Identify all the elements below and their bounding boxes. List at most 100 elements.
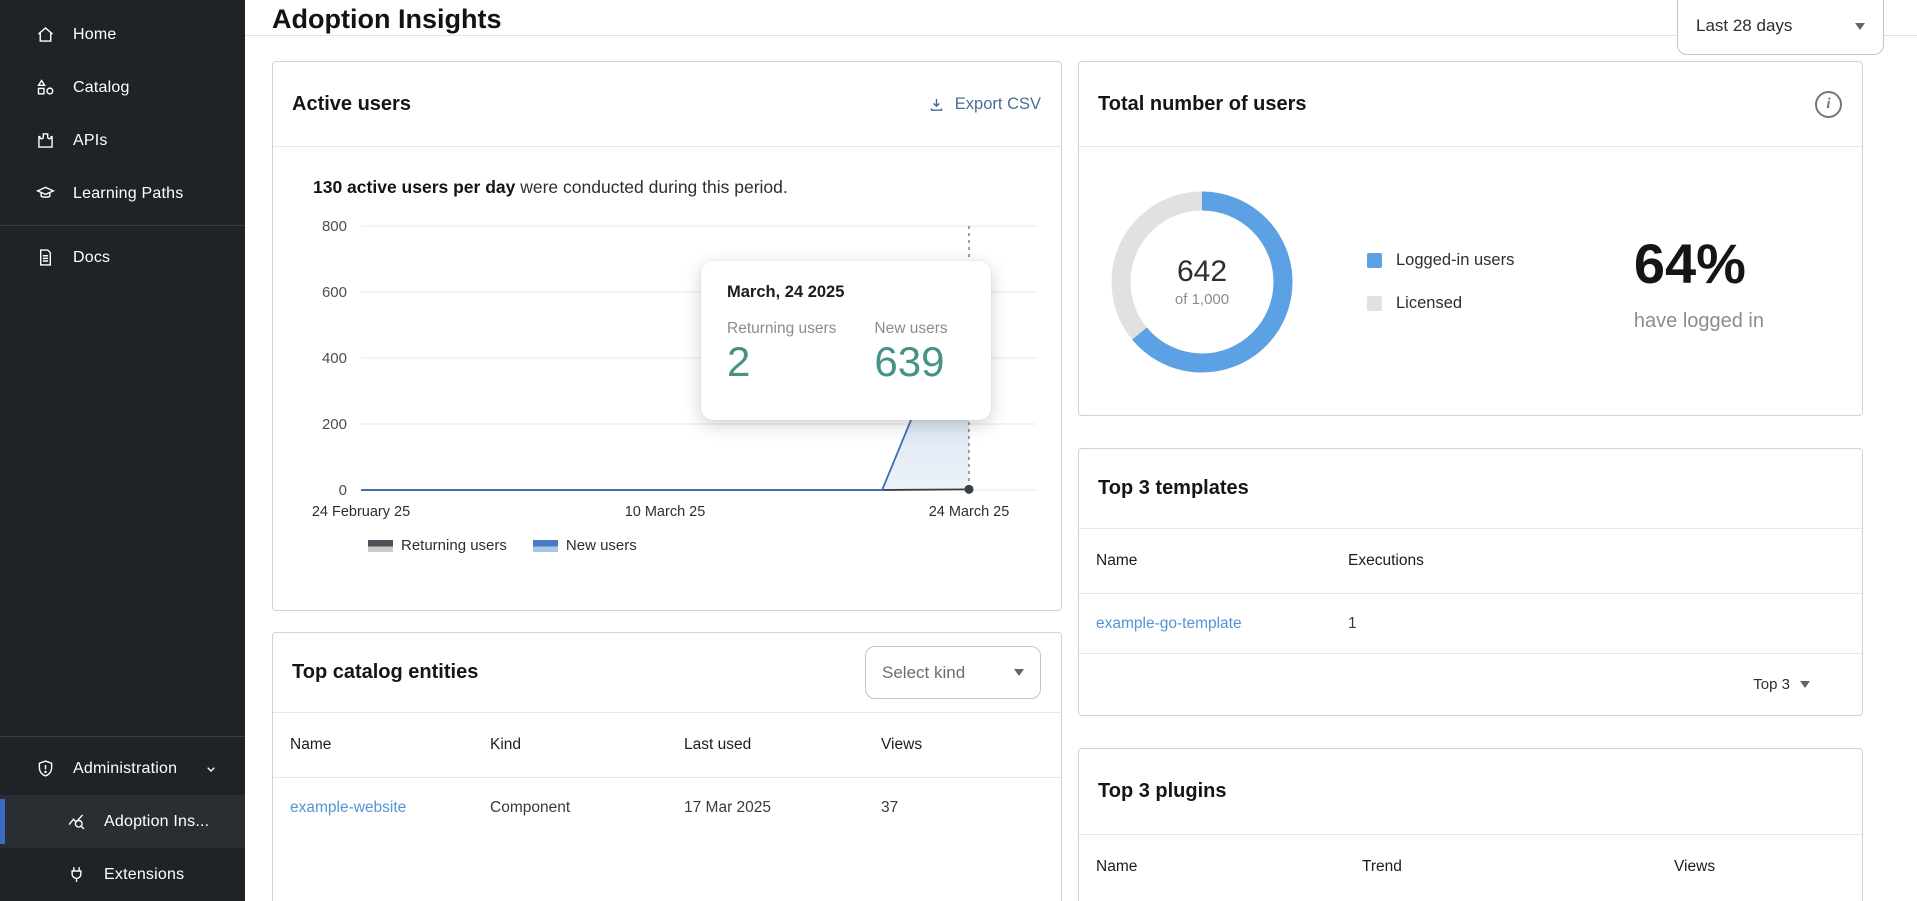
sidebar-item-learning-paths[interactable]: Learning Paths: [0, 167, 245, 220]
date-range-value: Last 28 days: [1696, 16, 1792, 36]
card-title: Top 3 templates: [1098, 477, 1249, 500]
entity-link[interactable]: example-go-template: [1096, 615, 1348, 633]
licensed-users-donut: 642 of 1,000: [1109, 189, 1295, 375]
column-header: Name: [290, 736, 490, 754]
export-csv-button[interactable]: Export CSV: [928, 95, 1041, 114]
top-plugins-card: Top 3 plugins NameTrendViews: [1078, 748, 1863, 901]
learning-paths-icon: [35, 183, 56, 204]
legend-item-licensed: Licensed: [1367, 294, 1514, 313]
sidebar-item-label: Learning Paths: [73, 185, 183, 203]
column-header: Executions: [1348, 552, 1862, 570]
docs-icon: [35, 247, 56, 268]
top-n-select-value: Top 3: [1753, 676, 1790, 693]
tooltip-date: March, 24 2025: [727, 283, 991, 302]
sidebar-item-catalog[interactable]: Catalog: [0, 61, 245, 114]
templates-table: NameExecutions example-go-template1: [1079, 529, 1862, 653]
shield-icon: [35, 758, 56, 779]
catalog-icon: [35, 77, 56, 98]
legend-swatch: [1367, 253, 1382, 268]
percent-value: 64%: [1634, 231, 1764, 296]
svg-text:24 February 25: 24 February 25: [312, 504, 410, 520]
total-users-card: Total number of users i 642 of 1,000: [1078, 61, 1863, 416]
legend-swatch: [368, 540, 393, 552]
column-header: Last used: [684, 736, 881, 754]
column-header: Views: [1674, 858, 1862, 876]
svg-text:200: 200: [322, 416, 347, 433]
home-icon: [35, 24, 56, 45]
card-title: Top 3 plugins: [1098, 780, 1227, 803]
active-users-card: Active users Export CSV 130 active users…: [272, 61, 1062, 611]
sidebar-item-adoption-insights[interactable]: Adoption Ins...: [0, 795, 245, 848]
page-header: Adoption Insights Last 28 days: [245, 0, 1917, 36]
column-header: Kind: [490, 736, 684, 754]
kind-select[interactable]: Select kind: [865, 646, 1041, 699]
sidebar-item-extensions[interactable]: Extensions: [0, 848, 245, 901]
svg-text:0: 0: [339, 482, 347, 499]
sidebar-item-docs[interactable]: Docs: [0, 231, 245, 284]
donut-legend: Logged-in users Licensed: [1367, 251, 1514, 313]
sidebar-item-administration[interactable]: Administration: [0, 742, 245, 795]
percent-caption: have logged in: [1634, 310, 1764, 333]
svg-text:24 March 25: 24 March 25: [929, 504, 1010, 520]
legend-swatch: [1367, 296, 1382, 311]
svg-text:400: 400: [322, 350, 347, 367]
dropdown-arrow-icon: [1855, 23, 1865, 30]
table-header-row: NameTrendViews: [1079, 835, 1862, 899]
catalog-entities-table: NameKindLast usedViews example-websiteCom…: [273, 713, 1061, 837]
legend-swatch: [533, 540, 558, 552]
tooltip-label: Returning users: [727, 320, 836, 338]
sidebar-item-label: Extensions: [104, 866, 184, 884]
card-title: Active users: [292, 93, 411, 116]
card-title: Top catalog entities: [292, 661, 478, 684]
sidebar-item-label: Catalog: [73, 79, 130, 97]
legend-item-logged-in: Logged-in users: [1367, 251, 1514, 270]
sidebar-item-label: APIs: [73, 132, 108, 150]
top-catalog-entities-card: Top catalog entities Select kind NameKin…: [272, 632, 1062, 901]
api-icon: [35, 130, 56, 151]
donut-value: 642: [1177, 255, 1227, 289]
sidebar-item-label: Adoption Ins...: [104, 813, 209, 831]
table-cell: 1: [1348, 615, 1862, 633]
info-icon[interactable]: i: [1815, 91, 1842, 118]
table-cell: 37: [881, 799, 1061, 817]
sidebar-item-label: Administration: [73, 760, 177, 778]
column-header: Views: [881, 736, 1061, 754]
sidebar-divider: [0, 225, 245, 226]
table-header-row: NameKindLast usedViews: [273, 713, 1061, 777]
column-header: Name: [1096, 552, 1348, 570]
top-templates-card: Top 3 templates NameExecutions example-go…: [1078, 448, 1863, 716]
plug-icon: [66, 864, 87, 885]
chevron-down-icon[interactable]: [203, 761, 219, 777]
main-area: Adoption Insights Last 28 days Active us…: [245, 0, 1917, 901]
sidebar-divider: [0, 736, 245, 737]
entity-link[interactable]: example-website: [290, 799, 490, 817]
page-title: Adoption Insights: [272, 4, 501, 35]
sidebar: Home Catalog APIs Learning Paths Docs Ad…: [0, 0, 245, 901]
table-cell: Component: [490, 799, 684, 817]
svg-text:10 March 25: 10 March 25: [625, 504, 706, 520]
sidebar-item-home[interactable]: Home: [0, 8, 245, 61]
column-header: Trend: [1362, 858, 1674, 876]
tooltip-value: 2: [727, 340, 836, 384]
sidebar-item-apis[interactable]: APIs: [0, 114, 245, 167]
kind-select-value: Select kind: [882, 663, 965, 683]
sidebar-item-label: Docs: [73, 249, 110, 267]
chart-legend: Returning users New users: [368, 537, 1061, 554]
sidebar-item-label: Home: [73, 26, 116, 44]
chart-tooltip: March, 24 2025 Returning users 2 New use…: [701, 261, 991, 420]
table-row: example-go-template1: [1079, 593, 1862, 653]
column-header: Name: [1096, 858, 1362, 876]
date-range-select[interactable]: Last 28 days: [1677, 0, 1884, 55]
legend-item-new-users: New users: [533, 537, 637, 554]
donut-total: of 1,000: [1175, 291, 1229, 308]
dropdown-arrow-icon: [1800, 681, 1810, 688]
top-n-select[interactable]: Top 3: [1079, 653, 1862, 715]
card-title: Total number of users: [1098, 93, 1307, 116]
tooltip-value: 639: [874, 340, 947, 384]
legend-item-returning-users: Returning users: [368, 537, 507, 554]
logged-in-percent: 64% have logged in: [1634, 231, 1764, 333]
svg-text:800: 800: [322, 218, 347, 235]
chart-summary: 130 active users per day were conducted …: [313, 177, 1061, 198]
dropdown-arrow-icon: [1014, 669, 1024, 676]
active-indicator: [0, 799, 5, 844]
